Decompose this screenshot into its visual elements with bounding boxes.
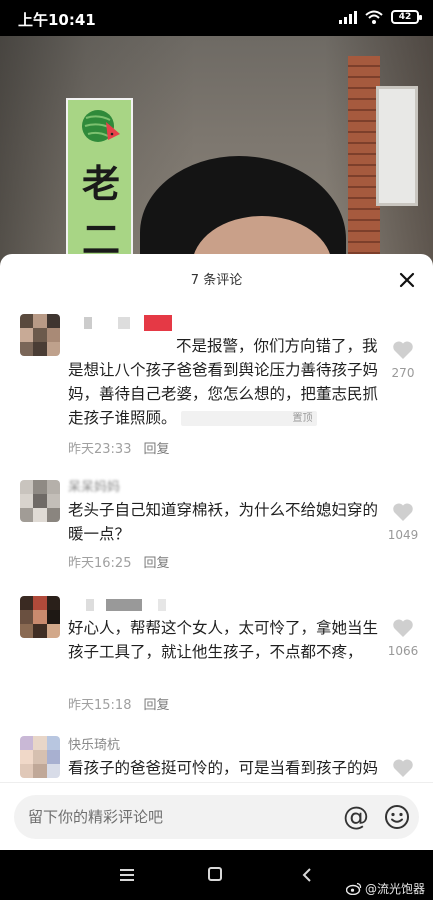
comments-title: 7 条评论: [190, 273, 243, 288]
like-group: 1049: [385, 502, 421, 542]
heart-icon[interactable]: [392, 340, 414, 360]
at-mention-icon[interactable]: @: [342, 803, 370, 831]
system-nav-bar: @流光饱器: [0, 850, 433, 900]
home-icon[interactable]: [208, 867, 222, 881]
username-mosaic[interactable]: [68, 596, 166, 614]
like-count: 270: [391, 366, 415, 380]
watermark: @流光饱器: [345, 880, 425, 897]
comments-sheet: 7 条评论 不是报警，你们方向错了，我是想让八个孩子爸爸看到舆论压力善待孩子妈妈…: [0, 254, 433, 850]
avatar[interactable]: [20, 736, 60, 778]
like-count: 1066: [387, 644, 419, 658]
weibo-icon: [345, 882, 362, 895]
comment-item: 不是报警，你们方向错了，我是想让八个孩子爸爸看到舆论压力善待孩子妈妈，善待自己老…: [0, 310, 433, 460]
watermelon-icon: [82, 110, 120, 142]
avatar[interactable]: [20, 596, 60, 638]
username-mosaic[interactable]: [68, 314, 172, 332]
comment-meta: 昨天15:18 回复: [68, 694, 169, 713]
reply-button[interactable]: 回复: [143, 438, 169, 457]
username[interactable]: 呆呆妈妈: [68, 476, 121, 495]
comment-time: 昨天16:25: [68, 556, 132, 571]
username-text: 快乐琦杭: [68, 737, 121, 753]
video-background[interactable]: 老二航: [0, 36, 433, 266]
heart-icon[interactable]: [392, 758, 414, 778]
window: [376, 86, 418, 206]
close-icon[interactable]: [399, 272, 415, 288]
like-group: 270: [385, 340, 421, 380]
comment-input-bar: @: [0, 782, 433, 850]
comment-item: 呆呆妈妈 老头子自己知道穿棉袄，为什么不给媳妇穿的暖一点？ 昨天16:25 回复…: [0, 478, 433, 578]
back-icon[interactable]: [300, 867, 314, 883]
avatar[interactable]: [20, 314, 60, 356]
reply-button[interactable]: 回复: [143, 552, 169, 571]
battery-level: 42: [398, 12, 412, 22]
watermark-text: @流光饱器: [364, 882, 425, 896]
heart-icon[interactable]: [392, 618, 414, 638]
pinned-badge: 置顶: [180, 411, 317, 426]
status-bar: 上午10:41 42: [0, 0, 433, 36]
comment-meta: 昨天23:33 回复: [68, 438, 169, 457]
comment-text: 老头子自己知道穿棉袄，为什么不给媳妇穿的暖一点？: [68, 501, 379, 543]
smiley-icon[interactable]: [384, 804, 410, 830]
username[interactable]: 快乐琦杭: [68, 734, 121, 753]
comment-item: 好心人，帮帮这个女人，太可怜了，拿她当生孩子工具了，就让他生孩子，不点都不疼， …: [0, 594, 433, 724]
battery-icon: 42: [391, 10, 422, 24]
heart-icon[interactable]: [392, 502, 414, 522]
reply-button[interactable]: 回复: [143, 694, 169, 713]
username-text: 呆呆妈妈: [68, 479, 121, 495]
comments-header: 7 条评论: [0, 254, 433, 304]
avatar[interactable]: [20, 480, 60, 522]
comment-input[interactable]: [28, 805, 328, 829]
sign-board: 老二航: [66, 98, 133, 266]
recent-apps-icon[interactable]: [120, 869, 134, 881]
comment-time: 昨天15:18: [68, 698, 132, 713]
comment-time: 昨天23:33: [68, 442, 132, 457]
wifi-icon: [365, 10, 383, 24]
status-time: 上午10:41: [18, 11, 96, 29]
status-icons: 42: [339, 10, 422, 24]
like-count: 1049: [387, 528, 419, 542]
like-group: 1066: [385, 618, 421, 658]
sign-text: 老二航: [81, 161, 120, 262]
comment-text: 不是报警，你们方向错了，我是想让八个孩子爸爸看到舆论压力善待孩子妈妈，善待自己老…: [68, 334, 384, 430]
comment-text: 好心人，帮帮这个女人，太可怜了，拿她当生孩子工具了，就让他生孩子，不点都不疼，: [68, 619, 379, 661]
comment-meta: 昨天16:25 回复: [68, 552, 169, 571]
signal-icon: [339, 10, 357, 24]
comment-input-box: @: [14, 795, 419, 839]
